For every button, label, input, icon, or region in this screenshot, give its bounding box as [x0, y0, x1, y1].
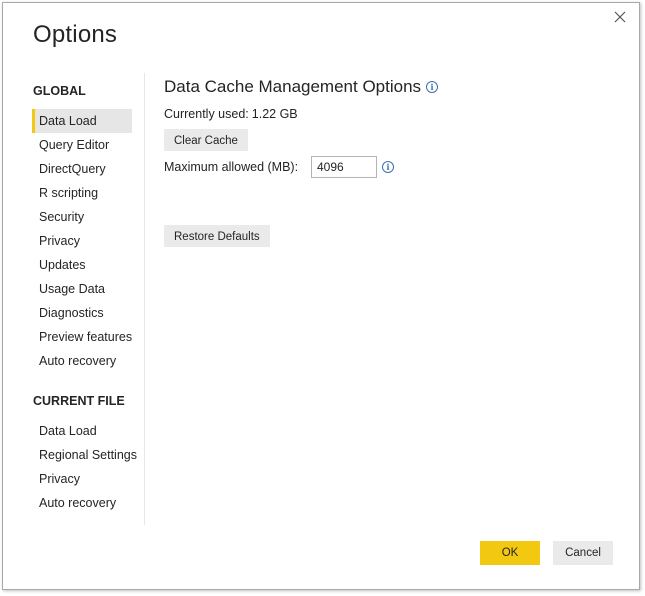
sidebar-item-file-privacy[interactable]: Privacy	[32, 467, 132, 491]
global-section-header: GLOBAL	[33, 84, 86, 98]
options-dialog: Options GLOBAL Data Load Query Editor Di…	[2, 2, 640, 590]
sidebar-item-file-auto-recovery[interactable]: Auto recovery	[32, 491, 132, 515]
sidebar-item-r-scripting[interactable]: R scripting	[32, 181, 132, 205]
max-allowed-label: Maximum allowed (MB):	[164, 160, 299, 174]
dialog-title: Options	[33, 21, 118, 48]
close-icon	[614, 11, 626, 23]
main-panel: Data Cache Management Options i Currentl…	[164, 75, 619, 247]
section-heading: Data Cache Management Options i	[164, 75, 619, 99]
cache-usage: Currently used: 1.22 GB	[164, 107, 619, 123]
info-icon[interactable]: i	[426, 81, 439, 93]
sidebar-item-regional-settings[interactable]: Regional Settings	[32, 443, 137, 467]
sidebar-item-global-data-load[interactable]: Data Load	[32, 109, 132, 133]
sidebar-item-updates[interactable]: Updates	[32, 253, 132, 277]
max-allowed-input[interactable]	[311, 156, 377, 178]
sidebar-item-directquery[interactable]: DirectQuery	[32, 157, 132, 181]
sidebar-item-security[interactable]: Security	[32, 205, 132, 229]
options-sidebar: GLOBAL Data Load Query Editor DirectQuer…	[32, 73, 145, 525]
sidebar-item-global-auto-recovery[interactable]: Auto recovery	[32, 349, 132, 373]
max-allowed-info-icon[interactable]: i	[382, 161, 394, 173]
sidebar-item-diagnostics[interactable]: Diagnostics	[32, 301, 132, 325]
sidebar-item-usage-data[interactable]: Usage Data	[32, 277, 132, 301]
cancel-button[interactable]: Cancel	[553, 541, 613, 565]
current-file-section-header: CURRENT FILE	[33, 394, 125, 408]
currently-used-value: 1.22 GB	[251, 107, 298, 121]
sidebar-item-preview-features[interactable]: Preview features	[32, 325, 132, 349]
sidebar-item-global-privacy[interactable]: Privacy	[32, 229, 132, 253]
ok-button[interactable]: OK	[480, 541, 540, 565]
clear-cache-button[interactable]: Clear Cache	[164, 129, 248, 151]
max-allowed-row: Maximum allowed (MB): i	[164, 155, 619, 179]
currently-used-label: Currently used:	[164, 107, 249, 121]
section-heading-text: Data Cache Management Options	[164, 77, 422, 96]
sidebar-item-query-editor[interactable]: Query Editor	[32, 133, 132, 157]
restore-defaults-button[interactable]: Restore Defaults	[164, 225, 270, 247]
close-button[interactable]	[611, 8, 629, 26]
sidebar-item-file-data-load[interactable]: Data Load	[32, 419, 132, 443]
